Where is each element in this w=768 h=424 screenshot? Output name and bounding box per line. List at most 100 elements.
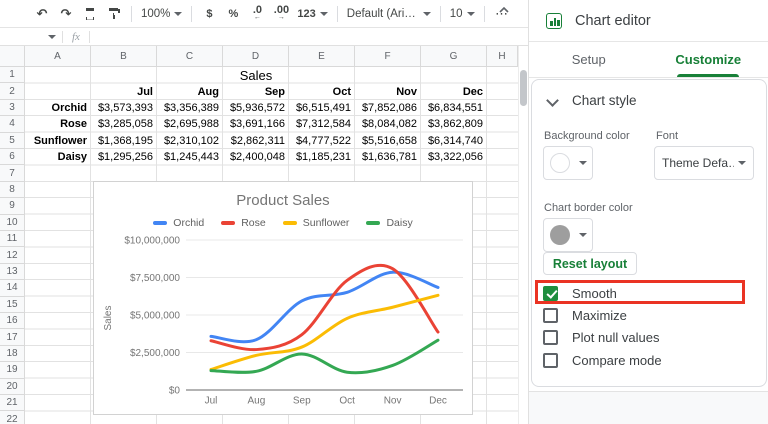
redo-icon[interactable]: ↷	[55, 3, 77, 25]
row-header-4[interactable]: 4	[0, 116, 25, 133]
column-header-D[interactable]: D	[223, 46, 289, 67]
row-header-6[interactable]: 6	[0, 149, 25, 166]
cell-month-Oct[interactable]: Oct	[289, 83, 355, 99]
cell-value[interactable]: $1,636,781	[355, 149, 421, 165]
checkbox[interactable]	[543, 307, 558, 323]
row-header-17[interactable]: 17	[0, 329, 25, 346]
checkbox-row-compare-mode[interactable]: Compare mode	[543, 350, 662, 370]
tab-customize[interactable]: Customize	[649, 42, 768, 77]
cell-product-name[interactable]: Daisy	[25, 149, 91, 165]
cell-value[interactable]: $3,862,809	[421, 116, 487, 132]
cell-value[interactable]: $7,852,086	[355, 100, 421, 116]
chevron-down-icon[interactable]	[548, 96, 557, 105]
number-format-select[interactable]: 123	[293, 3, 331, 25]
cell-value[interactable]: $5,516,658	[355, 133, 421, 149]
panel-header: Chart editor	[529, 0, 768, 42]
row-header-3[interactable]: 3	[0, 99, 25, 117]
row-header-9[interactable]: 9	[0, 198, 25, 215]
cell-product-name[interactable]: Sunflower	[25, 133, 91, 149]
cell-value[interactable]: $8,084,082	[355, 116, 421, 132]
cell-value[interactable]: $2,695,988	[157, 116, 223, 132]
column-header-H[interactable]: H	[487, 46, 518, 67]
row-header-2[interactable]: 2	[0, 83, 25, 100]
cell-month-Jul[interactable]: Jul	[91, 83, 157, 99]
embedded-chart[interactable]: $0 $2,500,000 $5,000,000 $7,500,000 $10,000,…	[93, 181, 473, 415]
cell-value[interactable]: $1,295,256	[91, 149, 157, 165]
cell-value[interactable]: $7,312,584	[289, 116, 355, 132]
collapse-toolbar-icon[interactable]	[498, 4, 510, 19]
cell-value[interactable]: $6,834,551	[421, 100, 487, 116]
cell-value[interactable]: $3,691,166	[223, 116, 289, 132]
row-header-14[interactable]: 14	[0, 280, 25, 297]
checkbox[interactable]	[543, 352, 558, 368]
currency-format-button[interactable]: $	[198, 3, 220, 25]
cell-value[interactable]: $2,862,311	[223, 133, 289, 149]
select-all-corner[interactable]	[0, 46, 25, 67]
cell-value[interactable]: $6,515,491	[289, 100, 355, 116]
checkbox-row-plot-null-values[interactable]: Plot null values	[543, 328, 659, 348]
checkbox-row-smooth[interactable]: Smooth	[543, 283, 617, 303]
column-header-G[interactable]: G	[421, 46, 487, 67]
row-header-21[interactable]: 21	[0, 395, 25, 412]
font-dropdown[interactable]: Theme Defa…	[654, 146, 754, 180]
row-header-8[interactable]: 8	[0, 181, 25, 199]
cell-value[interactable]: $3,356,389	[157, 100, 223, 116]
checkbox-checked[interactable]	[543, 285, 558, 301]
print-icon[interactable]	[79, 3, 101, 25]
percent-format-button[interactable]: %	[222, 3, 244, 25]
column-header-E[interactable]: E	[289, 46, 355, 67]
row-header-22[interactable]: 22	[0, 411, 25, 424]
cell-value[interactable]: $1,245,443	[157, 149, 223, 165]
cell-value[interactable]: $3,573,393	[91, 100, 157, 116]
cell-value[interactable]: $3,285,058	[91, 116, 157, 132]
cell-value[interactable]: $4,777,522	[289, 133, 355, 149]
cell-value[interactable]: $1,368,195	[91, 133, 157, 149]
row-header-15[interactable]: 15	[0, 296, 25, 313]
cell-value[interactable]: $5,936,572	[223, 100, 289, 116]
cell-value[interactable]: $3,322,056	[421, 149, 487, 165]
paint-format-icon[interactable]	[103, 3, 125, 25]
cell-product-name[interactable]: Rose	[25, 116, 91, 132]
section-title: Chart style	[572, 93, 637, 108]
checkbox[interactable]	[543, 330, 558, 346]
cell-value[interactable]: $2,310,102	[157, 133, 223, 149]
cell-value[interactable]: $1,185,231	[289, 149, 355, 165]
background-color-picker[interactable]	[543, 146, 593, 180]
row-header-18[interactable]: 18	[0, 345, 25, 363]
column-header-F[interactable]: F	[355, 46, 421, 67]
column-header-A[interactable]: A	[25, 46, 91, 67]
cell-month-Nov[interactable]: Nov	[355, 83, 421, 99]
row-header-1[interactable]: 1	[0, 67, 25, 84]
increase-decimal-button[interactable]: .00 →	[270, 3, 292, 25]
cell-month-Sep[interactable]: Sep	[223, 83, 289, 99]
row-header-5[interactable]: 5	[0, 132, 25, 149]
decrease-decimal-button[interactable]: .0 ←	[246, 3, 268, 25]
cell-title-sales[interactable]: Sales	[91, 67, 421, 83]
row-header-19[interactable]: 19	[0, 362, 25, 379]
column-header-B[interactable]: B	[91, 46, 157, 67]
row-header-7[interactable]: 7	[0, 165, 25, 182]
checkbox-row-maximize[interactable]: Maximize	[543, 305, 627, 325]
row-header-16[interactable]: 16	[0, 313, 25, 330]
undo-icon[interactable]: ↶	[31, 3, 53, 25]
formula-input[interactable]	[90, 28, 528, 45]
zoom-select[interactable]: 100%	[137, 3, 186, 25]
tab-setup[interactable]: Setup	[529, 42, 649, 77]
cell-month-Dec[interactable]: Dec	[421, 83, 487, 99]
font-size-select[interactable]: 10	[446, 3, 479, 25]
chart-border-color-picker[interactable]	[543, 218, 593, 252]
row-header-13[interactable]: 13	[0, 263, 25, 281]
row-header-11[interactable]: 11	[0, 231, 25, 248]
name-box[interactable]	[0, 34, 62, 39]
row-header-10[interactable]: 10	[0, 214, 25, 231]
font-select[interactable]: Default (Ari…	[343, 3, 435, 25]
cell-value[interactable]: $6,314,740	[421, 133, 487, 149]
row-header-12[interactable]: 12	[0, 247, 25, 264]
row-header-20[interactable]: 20	[0, 378, 25, 395]
cell-value[interactable]: $2,400,048	[223, 149, 289, 165]
column-header-C[interactable]: C	[157, 46, 223, 67]
scrollbar-thumb[interactable]	[519, 70, 527, 106]
cell-product-name[interactable]: Orchid	[25, 100, 91, 116]
reset-layout-button[interactable]: Reset layout	[543, 252, 637, 275]
cell-month-Aug[interactable]: Aug	[157, 83, 223, 99]
